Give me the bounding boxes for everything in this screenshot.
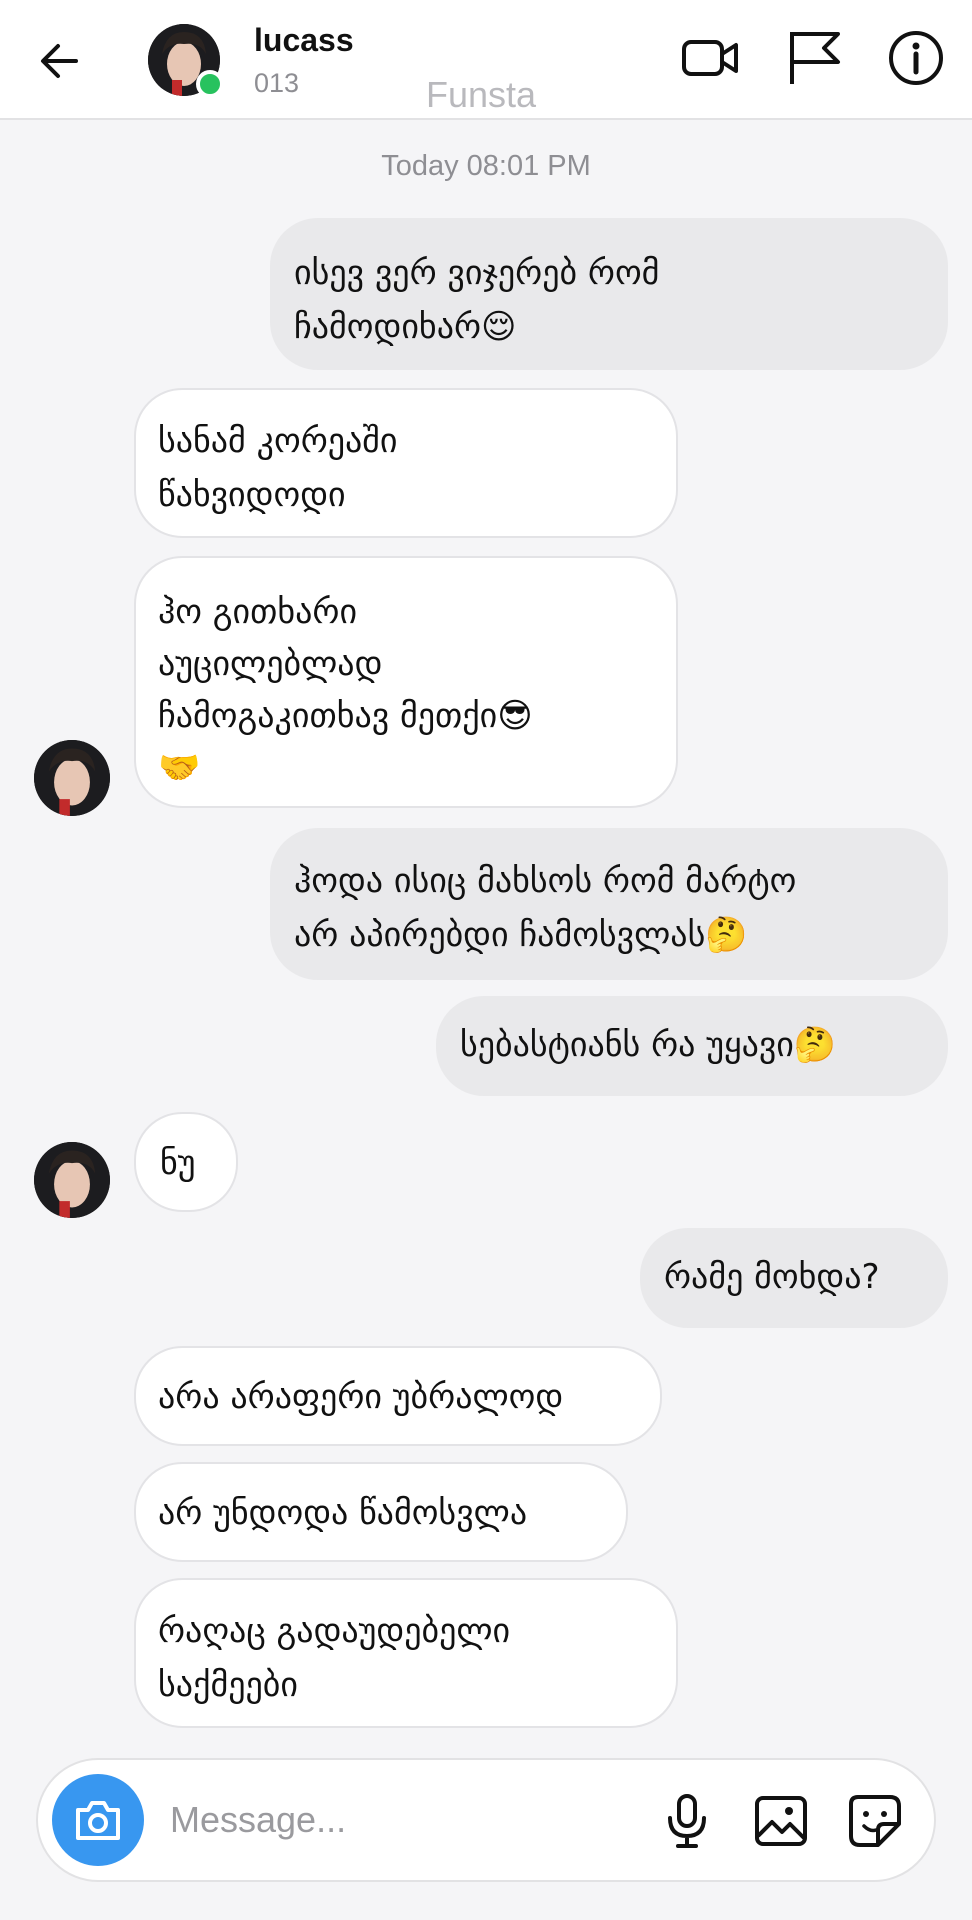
- incoming-message[interactable]: ჰო გითხარი აუცილებლად ჩამოგაკითხავ მეთქი…: [134, 556, 678, 808]
- voice-message-button[interactable]: [658, 1792, 716, 1850]
- sender-avatar[interactable]: [34, 1142, 110, 1218]
- contact-name[interactable]: lucass: [254, 22, 354, 59]
- outgoing-message[interactable]: ჰოდა ისიც მახსოს რომ მარტო არ აპირებდი ჩ…: [270, 828, 948, 980]
- message-composer: [36, 1758, 936, 1882]
- sender-avatar[interactable]: [34, 740, 110, 816]
- avatar-image: [34, 1142, 110, 1218]
- report-button[interactable]: [782, 26, 846, 90]
- outgoing-message[interactable]: სებასტიანს რა უყავი🤔: [436, 996, 948, 1096]
- contact-avatar[interactable]: [148, 24, 224, 98]
- camera-button[interactable]: [52, 1774, 144, 1866]
- flag-icon: [790, 32, 840, 84]
- video-camera-icon: [682, 40, 738, 76]
- incoming-message[interactable]: რაღაც გადაუდებელი საქმეები: [134, 1578, 678, 1728]
- camera-icon: [76, 1801, 120, 1840]
- info-icon: [889, 31, 943, 85]
- message-input[interactable]: [170, 1790, 630, 1850]
- online-status-dot: [196, 70, 224, 98]
- back-button[interactable]: [36, 38, 82, 84]
- image-icon: [755, 1796, 807, 1846]
- outgoing-message[interactable]: ისევ ვერ ვიჯერებ რომ ჩამოდიხარ😌: [270, 218, 948, 370]
- avatar-image: [34, 740, 110, 816]
- incoming-message[interactable]: არა არაფერი უბრალოდ: [134, 1346, 662, 1446]
- incoming-message[interactable]: ნუ: [134, 1112, 238, 1212]
- incoming-message[interactable]: სანამ კორეაში წახვიდოდი: [134, 388, 678, 538]
- microphone-icon: [668, 1794, 706, 1848]
- info-button[interactable]: [884, 26, 948, 90]
- sticker-icon: [849, 1795, 901, 1847]
- video-call-button[interactable]: [678, 26, 742, 90]
- contact-subtitle: 013: [254, 68, 300, 98]
- arrow-left-icon: [41, 44, 78, 78]
- watermark-text: Funsta: [426, 74, 537, 115]
- chat-header: lucass 013 Funsta: [0, 0, 972, 120]
- sticker-button[interactable]: [846, 1792, 904, 1850]
- outgoing-message[interactable]: რამე მოხდა?: [640, 1228, 948, 1328]
- incoming-message[interactable]: არ უნდოდა წამოსვლა: [134, 1462, 628, 1562]
- message-timestamp: Today 08:01 PM: [381, 150, 591, 182]
- gallery-button[interactable]: [752, 1792, 810, 1850]
